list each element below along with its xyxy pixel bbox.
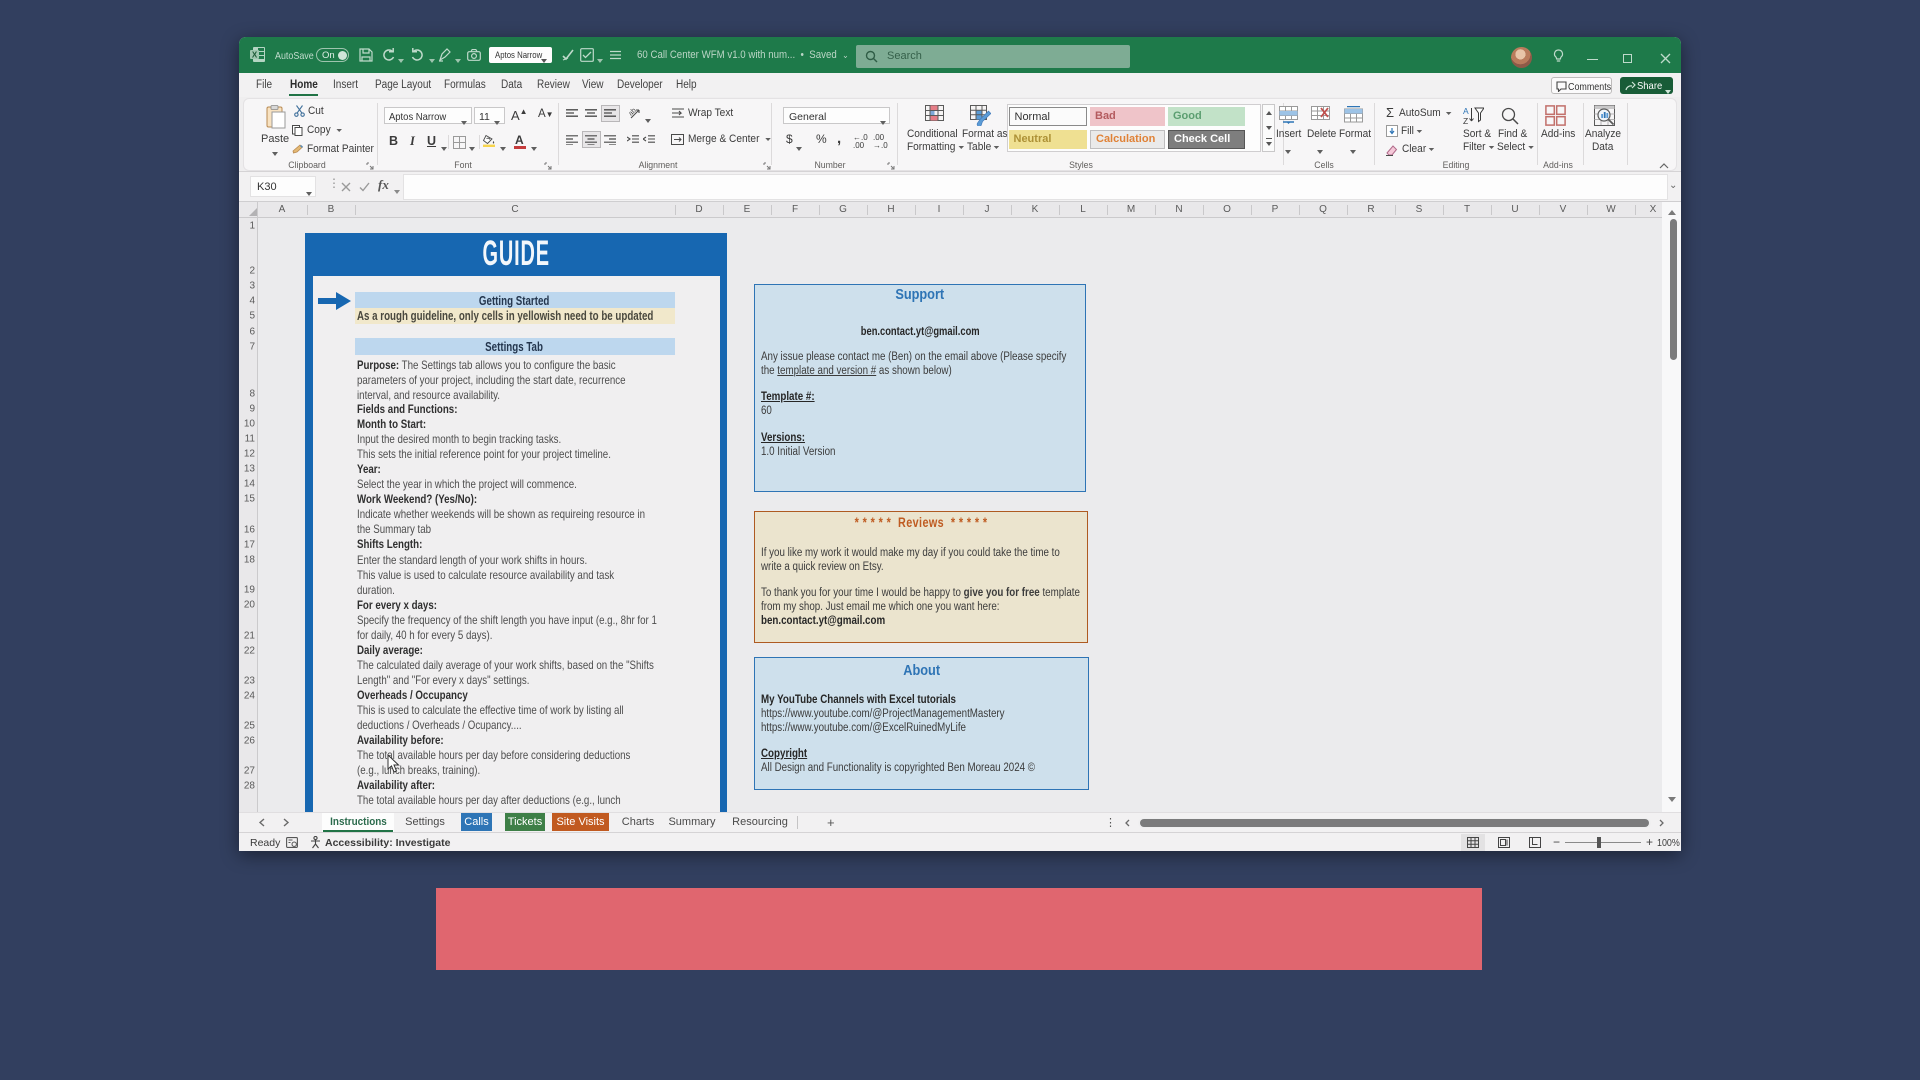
svg-text:Z: Z (1463, 116, 1468, 125)
svg-text:ab: ab (629, 107, 638, 118)
svg-text:A: A (1463, 106, 1469, 116)
svg-text:X: X (252, 51, 258, 60)
